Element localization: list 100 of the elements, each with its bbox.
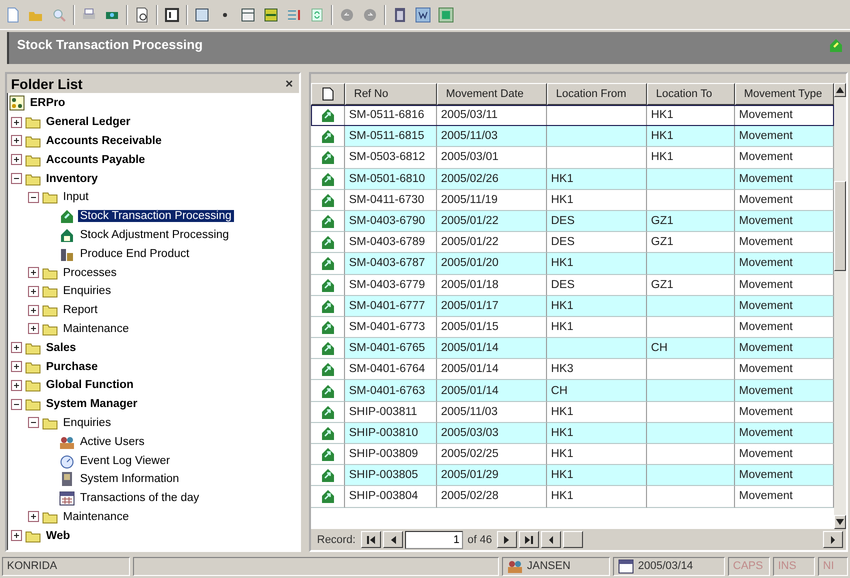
column-header[interactable]: Location To	[647, 83, 735, 105]
column-header[interactable]: Location From	[547, 83, 647, 105]
tree-item[interactable]: ERPro	[28, 97, 68, 110]
layout-button[interactable]	[239, 6, 257, 24]
tree-item[interactable]: System Information	[78, 473, 182, 486]
first-record-button[interactable]	[360, 531, 381, 548]
tree-item[interactable]: Stock Adjustment Processing	[78, 228, 231, 241]
record-icon	[320, 255, 336, 272]
collapse-icon[interactable]	[28, 192, 39, 203]
expand-icon[interactable]	[28, 286, 39, 297]
tree-item[interactable]: Produce End Product	[78, 248, 192, 260]
table-row[interactable]: SM-0401-6777 2005/01/17 HK1 Movement	[311, 296, 834, 317]
column-header[interactable]: Movement Date	[437, 83, 547, 105]
expand-icon[interactable]	[28, 323, 39, 334]
record-icon	[320, 234, 336, 250]
table-row[interactable]: SM-0403-6789 2005/01/22 DES GZ1 Movement	[311, 232, 834, 254]
spreadsheet-icon	[438, 6, 454, 22]
expand-icon[interactable]	[11, 154, 22, 166]
table-row[interactable]: SM-0511-6816 2005/03/11 HK1 Movement	[311, 105, 834, 126]
next-record-button[interactable]	[497, 531, 517, 548]
key-indicator: INS	[778, 560, 796, 572]
tree-item[interactable]: Inventory	[44, 172, 100, 185]
scroll-up-button[interactable]	[834, 83, 846, 97]
key-indicator: CAPS	[733, 560, 763, 572]
calendar-icon	[59, 490, 75, 506]
table-row[interactable]: SM-0401-6773 2005/01/15 HK1 Movement	[311, 316, 834, 338]
expand-icon[interactable]	[11, 380, 22, 391]
scrollbar-thumb[interactable]	[834, 181, 846, 271]
scroll-right-button[interactable]	[823, 531, 843, 548]
form-button[interactable]	[163, 6, 181, 24]
expand-icon[interactable]	[28, 304, 39, 316]
tree-item[interactable]: Stock Transaction Processing	[78, 210, 234, 222]
tree-item[interactable]: Maintenance	[61, 322, 131, 335]
tree-item[interactable]: Active Users	[78, 436, 147, 448]
expand-icon[interactable]	[11, 135, 22, 146]
highlight-button[interactable]	[262, 6, 280, 24]
table-row[interactable]: SM-0403-6779 2005/01/18 DES GZ1 Movement	[311, 274, 834, 296]
calculator-icon	[392, 6, 408, 22]
expand-icon[interactable]	[28, 511, 39, 522]
table-row[interactable]: SM-0503-6812 2005/03/01 HK1 Movement	[311, 147, 834, 169]
users-icon	[507, 558, 523, 574]
window-button[interactable]	[193, 6, 211, 24]
tree-item[interactable]: Sales	[44, 342, 78, 354]
table-row[interactable]: SHIP-003811 2005/11/03 HK1 Movement	[311, 402, 834, 423]
tree-item[interactable]: Event Log Viewer	[78, 454, 172, 467]
forward-icon	[362, 6, 378, 22]
record-field[interactable]: 1	[404, 530, 463, 548]
expand-icon[interactable]	[11, 361, 22, 372]
window-icon	[194, 6, 210, 22]
table-row[interactable]: SM-0403-6790 2005/01/22 DES GZ1 Movement	[311, 210, 834, 232]
record-icon	[320, 170, 336, 187]
column-header[interactable]: Movement Type	[735, 83, 834, 105]
tree-item[interactable]: Accounts Receivable	[44, 134, 164, 147]
table-row[interactable]: SHIP-003809 2005/02/25 HK1 Movement	[311, 444, 834, 466]
table-row[interactable]: SHIP-003804 2005/02/28 HK1 Movement	[311, 486, 834, 508]
search-icon	[51, 6, 67, 22]
tree-item[interactable]: General Ledger	[44, 116, 132, 128]
table-row[interactable]: SM-0411-6730 2005/11/19 HK1 Movement	[311, 190, 834, 211]
tree-item[interactable]: Purchase	[44, 360, 100, 373]
previous-record-button[interactable]	[382, 531, 403, 548]
tree-item[interactable]: Enquiries	[61, 285, 113, 298]
table-row[interactable]: SM-0501-6810 2005/02/26 HK1 Movement	[311, 168, 834, 190]
record-icon	[320, 340, 336, 356]
scroll-down-button[interactable]	[834, 515, 846, 529]
table-row[interactable]: SM-0403-6787 2005/01/20 HK1 Movement	[311, 253, 834, 274]
down-arrow-icon	[835, 518, 845, 526]
expand-icon[interactable]	[11, 342, 22, 354]
spreadsheet-button[interactable]	[437, 6, 455, 24]
tree-item[interactable]: Accounts Payable	[44, 154, 148, 166]
table-row[interactable]: SM-0401-6764 2005/01/14 HK3 Movement	[311, 359, 834, 380]
tree-item[interactable]: Transactions of the day	[78, 492, 202, 504]
column-header[interactable]	[311, 83, 345, 105]
collapse-icon[interactable]	[11, 173, 22, 184]
table-row[interactable]: SHIP-003805 2005/01/29 HK1 Movement	[311, 465, 834, 486]
expand-icon[interactable]	[28, 267, 39, 278]
table-row[interactable]: SM-0511-6815 2005/11/03 HK1 Movement	[311, 126, 834, 148]
tree-item[interactable]: System Manager	[44, 398, 140, 410]
expand-icon[interactable]	[11, 116, 22, 128]
scroll-left-button[interactable]	[541, 531, 561, 548]
tree-item[interactable]: Global Function	[44, 379, 136, 392]
last-record-button[interactable]	[519, 531, 539, 548]
close-button[interactable]: ×	[285, 76, 293, 91]
table-row[interactable]: SM-0401-6763 2005/01/14 CH Movement	[311, 380, 834, 402]
table-row[interactable]: SM-0401-6765 2005/01/14 CH Movement	[311, 338, 834, 360]
tree-item[interactable]: Web	[44, 530, 72, 542]
tree-item[interactable]: Maintenance	[61, 510, 131, 523]
tree-item[interactable]: Enquiries	[61, 416, 113, 429]
record-icon	[320, 192, 336, 208]
tree-item[interactable]: Report	[61, 304, 100, 316]
word-document-button[interactable]	[414, 6, 432, 24]
tree-item[interactable]: Processes	[61, 266, 119, 279]
column-header[interactable]: Ref No	[345, 83, 437, 105]
record-icon	[320, 361, 336, 378]
table-row[interactable]: SHIP-003810 2005/03/03 HK1 Movement	[311, 422, 834, 444]
scrollbar-thumb[interactable]	[563, 531, 583, 548]
collapse-icon[interactable]	[28, 417, 39, 428]
expand-icon[interactable]	[11, 530, 22, 542]
tree-item[interactable]: Input	[61, 191, 91, 204]
collapse-icon[interactable]	[11, 398, 22, 410]
record-icon	[320, 424, 336, 441]
